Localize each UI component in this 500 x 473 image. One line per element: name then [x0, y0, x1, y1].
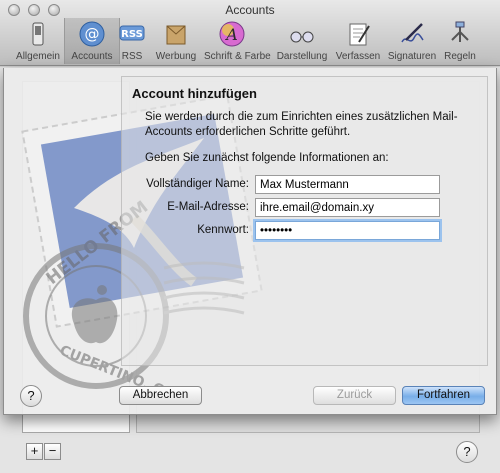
full-name-field[interactable] — [255, 175, 440, 194]
password-field[interactable] — [255, 221, 440, 240]
rss-icon: RSS — [119, 25, 145, 41]
junk-mail-icon — [166, 25, 186, 45]
remove-account-button[interactable]: − — [44, 443, 61, 460]
rules-icon — [451, 21, 469, 42]
svg-text:RSS: RSS — [121, 29, 143, 40]
title-bar: Accounts Allgemein @ Accounts RSS RSS We… — [0, 0, 500, 66]
svg-text:A: A — [224, 25, 238, 44]
help-button-preferences[interactable]: ? — [456, 441, 478, 463]
help-button[interactable]: ? — [20, 385, 42, 407]
toolbar-item-compose[interactable]: Verfassen — [330, 18, 386, 64]
svg-text:@: @ — [85, 25, 100, 43]
toolbar-item-fonts[interactable]: A Schrift & Farbe — [204, 18, 271, 64]
add-account-button[interactable]: + — [26, 443, 43, 460]
signature-pen-icon — [401, 23, 424, 43]
email-label: E-Mail-Adresse: — [167, 201, 249, 213]
back-button[interactable]: Zurück — [313, 386, 396, 405]
toolbar-item-general[interactable]: Allgemein — [10, 18, 66, 64]
preferences-toolbar: Allgemein @ Accounts RSS RSS Werbung A S… — [0, 18, 500, 64]
add-account-sheet: HELLO FROM CUPERTINO, CA Account hinzufü… — [3, 68, 497, 415]
at-sign-icon: @ — [79, 21, 105, 47]
sheet-title: Account hinzufügen — [132, 86, 257, 101]
email-field[interactable] — [255, 198, 440, 217]
cancel-button[interactable]: Abbrechen — [119, 386, 202, 405]
prompt-text: Geben Sie zunächst folgende Informatione… — [145, 152, 389, 164]
continue-button[interactable]: Fortfahren — [402, 386, 485, 405]
toolbar-item-rules[interactable]: Regeln — [432, 18, 488, 64]
password-label: Kennwort: — [197, 224, 249, 236]
glasses-icon — [290, 31, 314, 43]
font-color-icon: A — [219, 21, 245, 47]
toolbar-item-viewing[interactable]: Darstellung — [274, 18, 330, 64]
switch-icon — [32, 22, 44, 46]
window-title: Accounts — [225, 3, 275, 17]
full-name-label: Vollständiger Name: — [146, 178, 249, 190]
toolbar-item-junk[interactable]: Werbung — [148, 18, 204, 64]
compose-icon — [349, 23, 370, 46]
intro-text: Sie werden durch die zum Einrichten eine… — [145, 111, 458, 138]
